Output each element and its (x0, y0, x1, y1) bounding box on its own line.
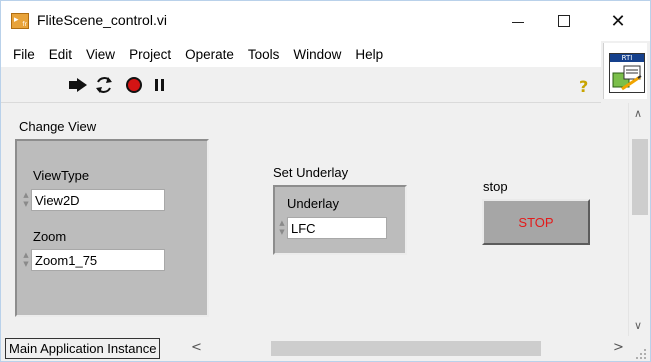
rti-graphic-icon (612, 65, 642, 91)
title-bar[interactable]: ▸ fr FliteScene_control.vi ✕ (1, 1, 650, 41)
ring-increment-icon[interactable]: ▲ ▼ (21, 249, 31, 271)
abort-button[interactable] (123, 75, 145, 95)
change-view-label: Change View (19, 119, 97, 134)
stop-label: stop (483, 179, 508, 194)
minimize-icon (512, 21, 524, 23)
scroll-right-icon[interactable]: > (613, 340, 624, 355)
zoom-label: Zoom (33, 229, 67, 244)
set-underlay-label: Set Underlay (273, 165, 349, 180)
toolbar (1, 67, 601, 103)
menu-view[interactable]: View (80, 47, 123, 62)
status-bar: Main Application Instance < > (1, 336, 650, 361)
scroll-up-icon[interactable]: ∧ (634, 107, 642, 120)
application-instance[interactable]: Main Application Instance (5, 338, 161, 359)
vertical-scroll-thumb[interactable] (632, 139, 648, 215)
horizontal-scrollbar[interactable]: < > (187, 338, 627, 359)
change-view-cluster: ViewType ▲ ▼ View2D Zoom ▲ ▼ Zoom1_75 (15, 139, 209, 317)
set-underlay-cluster: Underlay ▲ ▼ LFC (273, 185, 407, 255)
ring-increment-icon[interactable]: ▲ ▼ (21, 189, 31, 211)
run-arrow-icon (69, 78, 87, 92)
stop-button[interactable]: STOP (482, 199, 590, 245)
menu-file[interactable]: File (7, 47, 43, 62)
rti-vi-icon[interactable]: RTI (609, 53, 645, 93)
scroll-left-icon[interactable]: < (191, 340, 202, 355)
menu-bar: File Edit View Project Operate Tools Win… (1, 41, 601, 67)
run-continuously-icon (96, 77, 112, 93)
minimize-button[interactable] (495, 1, 541, 41)
viewtype-ring[interactable]: ▲ ▼ View2D (21, 189, 165, 211)
underlay-value[interactable]: LFC (287, 217, 387, 239)
menu-edit[interactable]: Edit (43, 47, 80, 62)
zoom-value[interactable]: Zoom1_75 (31, 249, 165, 271)
labview-vi-icon: ▸ fr (11, 13, 29, 29)
rti-badge: RTI (610, 54, 644, 62)
scroll-down-icon[interactable]: ∨ (634, 319, 642, 332)
vertical-scrollbar[interactable]: ∧ ∨ (628, 103, 650, 336)
menu-tools[interactable]: Tools (242, 47, 288, 62)
run-continuously-button[interactable] (93, 75, 115, 95)
menu-window[interactable]: Window (287, 47, 349, 62)
front-panel: Change View ViewType ▲ ▼ View2D Zoom ▲ ▼ Z… (1, 103, 628, 336)
maximize-button[interactable] (541, 1, 587, 41)
labview-window: ▸ fr FliteScene_control.vi ✕ File Edit Vi… (0, 0, 651, 362)
underlay-ring[interactable]: ▲ ▼ LFC (277, 217, 387, 239)
viewtype-value[interactable]: View2D (31, 189, 165, 211)
menu-operate[interactable]: Operate (179, 47, 242, 62)
pause-button[interactable] (149, 75, 171, 95)
stop-button-text: STOP (518, 214, 554, 230)
vi-icon-pane: RTI (603, 43, 647, 99)
close-icon: ✕ (610, 10, 626, 32)
maximize-icon (558, 15, 570, 27)
window-title: FliteScene_control.vi (37, 12, 167, 28)
ring-increment-icon[interactable]: ▲ ▼ (277, 217, 287, 239)
resize-grip-icon[interactable] (635, 348, 647, 360)
close-button[interactable]: ✕ (595, 1, 641, 41)
horizontal-scroll-thumb[interactable] (271, 341, 541, 356)
help-icon[interactable]: ? (579, 77, 588, 96)
menu-help[interactable]: Help (349, 47, 391, 62)
run-button[interactable] (67, 75, 89, 95)
abort-icon (126, 77, 142, 93)
viewtype-label: ViewType (33, 168, 90, 183)
underlay-label: Underlay (287, 196, 340, 211)
menu-project[interactable]: Project (123, 47, 179, 62)
zoom-ring[interactable]: ▲ ▼ Zoom1_75 (21, 249, 165, 271)
pause-icon (155, 79, 164, 91)
